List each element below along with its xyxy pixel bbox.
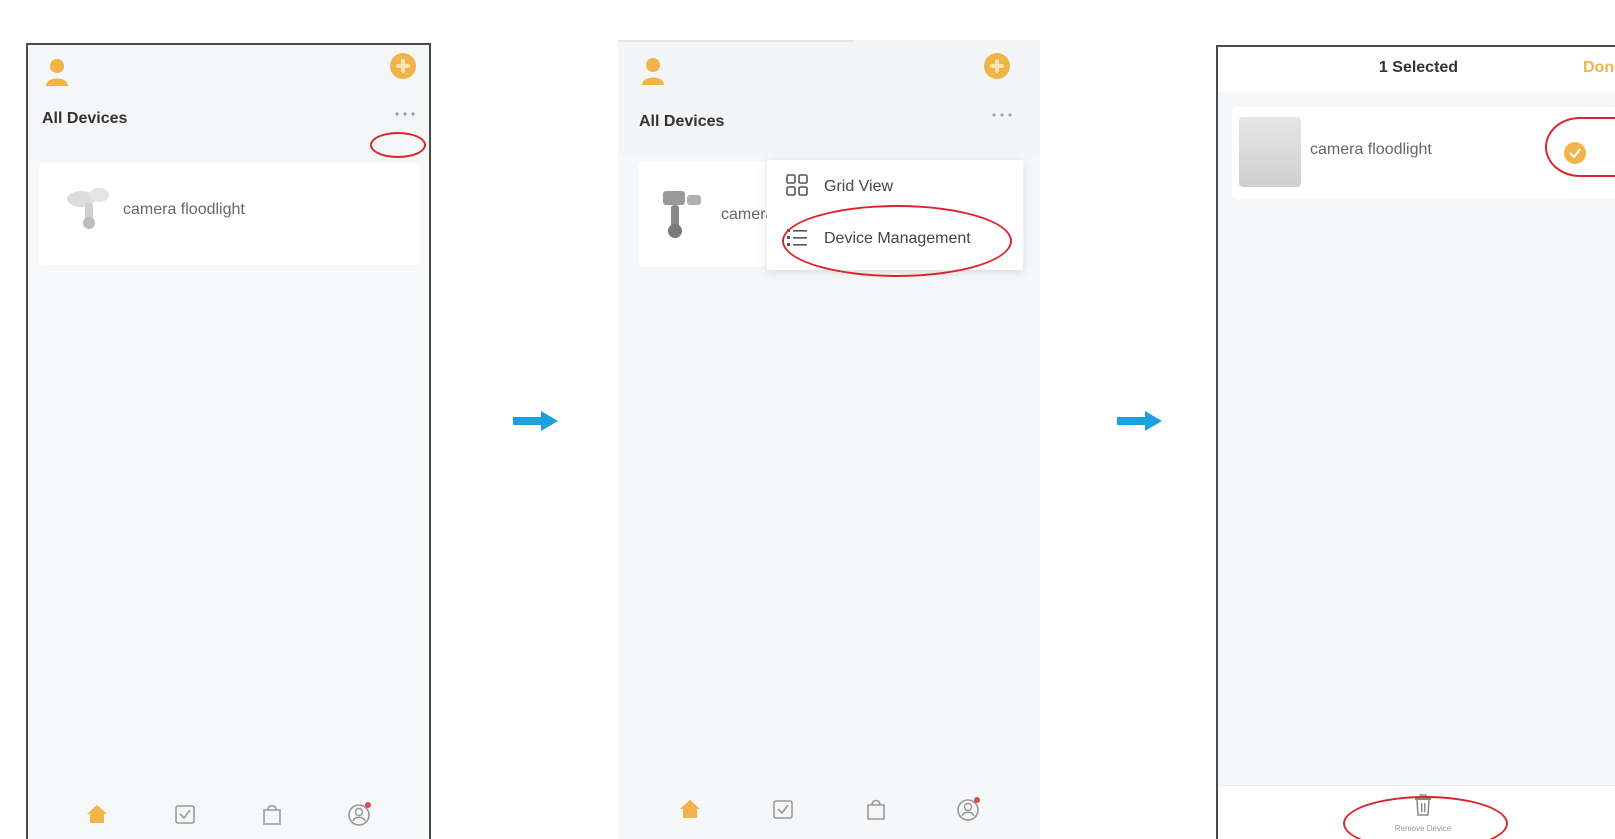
shop-icon[interactable]: [861, 794, 891, 824]
trash-icon: [1412, 794, 1434, 821]
shop-icon[interactable]: [257, 799, 287, 829]
screen-device-management: 1 Selected Done camera floodlight: [1216, 45, 1615, 839]
profile-icon[interactable]: [954, 794, 984, 824]
bottom-tab-bar: [618, 778, 1040, 839]
device-name: camera floodlight: [1310, 141, 1432, 158]
screen-menu-open: All Devices camera floodlight: [618, 40, 1040, 839]
tutorial-canvas: All Devices camera floodlight All Device…: [0, 0, 1615, 839]
screen-all-devices: All Devices camera floodlight: [26, 43, 431, 839]
device-card[interactable]: camera floodlight: [39, 163, 419, 265]
bottom-tab-bar: [28, 783, 429, 839]
user-icon[interactable]: [44, 57, 70, 92]
floodlight-camera-thumbnail: [657, 187, 707, 248]
home-icon[interactable]: [82, 799, 112, 829]
menu-item-device-management[interactable]: Device Management: [785, 224, 971, 254]
page-title: All Devices: [42, 110, 128, 127]
header: [28, 45, 429, 160]
selected-count: 1 Selected: [1378, 59, 1459, 76]
device-card[interactable]: camera floodlight: [1232, 107, 1615, 199]
options-menu: Grid View Device Management: [767, 160, 1023, 270]
scene-icon[interactable]: [170, 799, 200, 829]
remove-device-label: Remove Device: [1394, 824, 1452, 833]
arrow-right-icon: [1117, 410, 1163, 437]
device-name: camera floodlight: [721, 206, 769, 223]
list-icon: [785, 225, 809, 254]
device-name: camera floodlight: [123, 201, 245, 218]
profile-icon[interactable]: [345, 799, 375, 829]
add-device-icon[interactable]: [389, 52, 417, 85]
floodlight-camera-thumbnail: [63, 183, 113, 240]
menu-item-label: Grid View: [824, 178, 894, 195]
more-options-icon[interactable]: [393, 107, 417, 125]
add-device-icon[interactable]: [983, 52, 1011, 85]
more-options-icon[interactable]: [990, 108, 1014, 126]
remove-device-button[interactable]: Remove Device: [1393, 793, 1453, 833]
selected-check-icon[interactable]: [1562, 140, 1588, 171]
menu-item-grid-view[interactable]: Grid View: [785, 172, 893, 202]
top-divider: [618, 40, 853, 42]
arrow-right-icon: [513, 410, 559, 437]
user-icon[interactable]: [640, 56, 666, 91]
menu-item-label: Device Management: [824, 230, 971, 247]
home-icon[interactable]: [675, 794, 705, 824]
grid-icon: [785, 173, 809, 202]
selection-bar: 1 Selected Done: [1218, 47, 1615, 92]
page-title: All Devices: [639, 113, 725, 130]
header: [618, 40, 1040, 155]
scene-icon[interactable]: [768, 794, 798, 824]
device-thumbnail: [1239, 117, 1301, 187]
done-button[interactable]: Done: [1583, 59, 1615, 77]
